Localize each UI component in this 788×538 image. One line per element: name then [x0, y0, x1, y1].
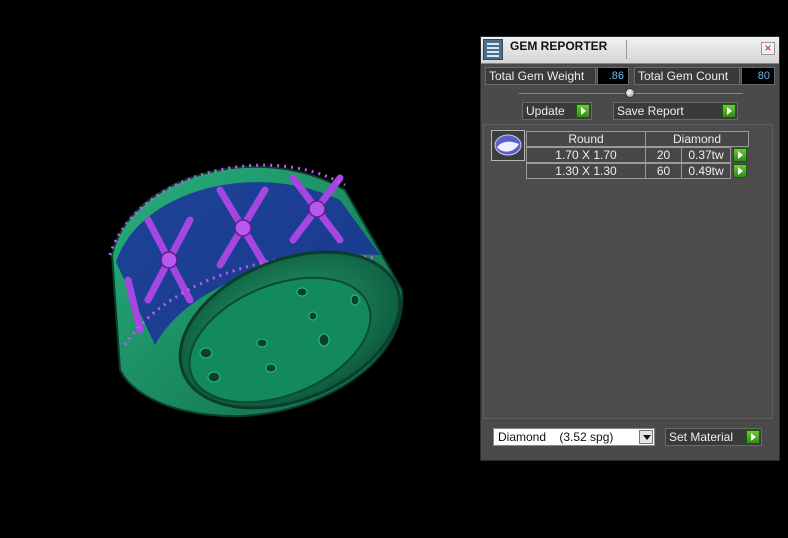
green-arrow-icon[interactable]: [733, 148, 747, 162]
total-weight-label: Total Gem Weight: [485, 67, 596, 85]
set-material-button[interactable]: Set Material: [665, 428, 762, 446]
green-arrow-icon: [722, 104, 736, 118]
gem-reporter-panel: GEM REPORTER × Total Gem Weight .86 Tota…: [480, 36, 780, 461]
shape-header: Round: [526, 131, 646, 147]
row-count: 20: [645, 147, 682, 163]
chevron-down-icon[interactable]: [639, 430, 653, 444]
material-header: Diamond: [645, 131, 749, 147]
gem-reporter-icon: [483, 39, 503, 60]
set-material-label: Set Material: [669, 430, 734, 444]
row-weight: 0.37tw: [681, 147, 731, 163]
close-button[interactable]: ×: [761, 42, 775, 55]
green-arrow-icon: [576, 104, 590, 118]
gem-thumbnail[interactable]: [491, 130, 525, 161]
update-button[interactable]: Update: [522, 102, 592, 120]
title-divider: [626, 40, 627, 59]
save-report-button[interactable]: Save Report: [613, 102, 738, 120]
material-select-value: Diamond (3.52 spg): [498, 430, 614, 444]
row-weight: 0.49tw: [681, 163, 731, 179]
panel-title: GEM REPORTER: [510, 39, 608, 53]
total-count-value: 80: [741, 67, 775, 85]
close-icon: ×: [764, 41, 772, 55]
gem-list[interactable]: Round Diamond 1.70 X 1.70 20 0.37tw 1.30…: [483, 124, 773, 419]
row-size: 1.70 X 1.70: [526, 147, 646, 163]
update-label: Update: [526, 104, 565, 118]
total-count-label: Total Gem Count: [634, 67, 740, 85]
title-bar[interactable]: GEM REPORTER ×: [481, 37, 779, 64]
green-arrow-icon[interactable]: [733, 164, 747, 178]
save-report-label: Save Report: [617, 104, 684, 118]
green-arrow-icon: [746, 430, 760, 444]
3d-viewport[interactable]: [0, 0, 478, 538]
slider-handle[interactable]: [625, 88, 635, 98]
total-weight-value: .86: [597, 67, 629, 85]
row-count: 60: [645, 163, 682, 179]
ring-model: [108, 163, 404, 418]
material-select[interactable]: Diamond (3.52 spg): [493, 428, 655, 446]
row-size: 1.30 X 1.30: [526, 163, 646, 179]
round-gem-icon: [494, 134, 522, 156]
